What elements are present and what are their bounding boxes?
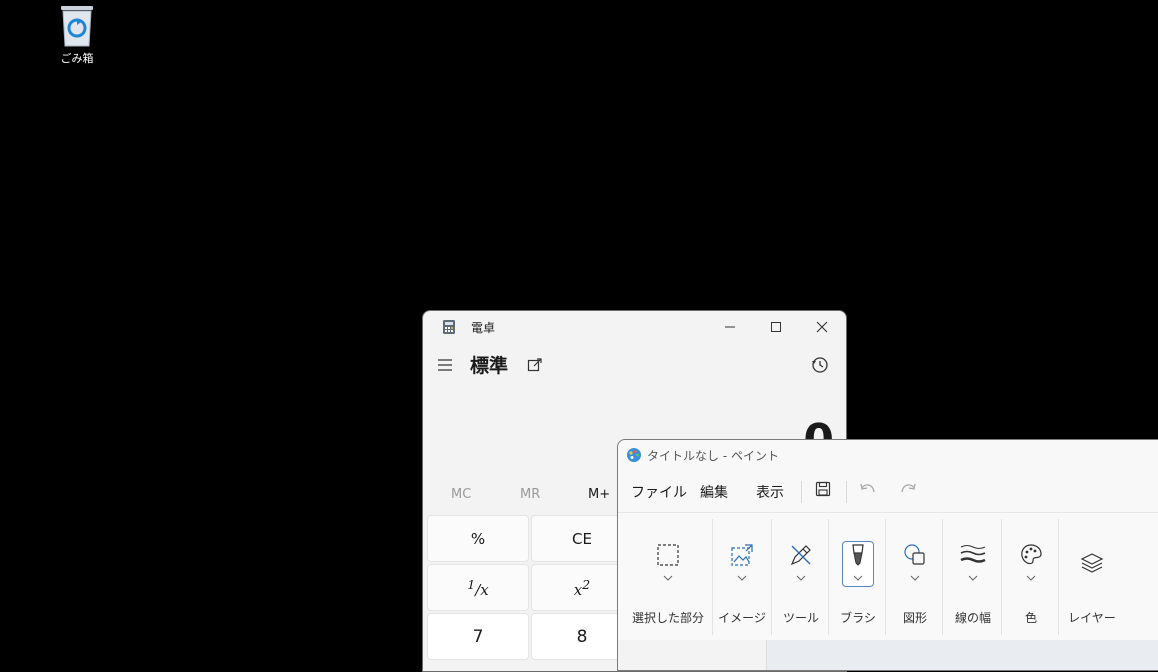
close-icon — [816, 321, 828, 333]
paint-menubar: ファイル 編集 表示 — [618, 474, 1158, 508]
ribbon-separator — [1001, 519, 1002, 635]
paint-ribbon: 選択した部分 イメージ ツール ブラシ 図形 線の幅 色 レイヤー — [618, 512, 1158, 641]
line-width-label: 線の幅 — [954, 611, 991, 625]
layers-icon — [1080, 553, 1104, 573]
history-icon[interactable] — [811, 356, 829, 374]
line-width-group[interactable]: 線の幅 — [944, 513, 1002, 637]
palette-icon — [1021, 544, 1042, 565]
chevron-down-icon — [796, 575, 806, 581]
paint-side-panel — [618, 640, 767, 670]
calculator-mode-row: 標準 — [423, 347, 846, 387]
layers-label: レイヤー — [1068, 611, 1116, 625]
layers-group[interactable]: レイヤー — [1060, 513, 1124, 637]
menu-view[interactable]: 表示 — [756, 482, 784, 502]
brush-label: ブラシ — [840, 611, 876, 625]
chevron-down-icon — [968, 575, 978, 581]
ribbon-separator — [828, 519, 829, 635]
reciprocal-denominator: x — [480, 580, 489, 599]
menu-separator — [801, 481, 802, 503]
selection-icon — [657, 544, 679, 566]
ribbon-separator — [885, 519, 886, 635]
image-group[interactable]: イメージ — [714, 513, 770, 637]
ribbon-separator — [1058, 519, 1059, 635]
reciprocal-numerator: 1 — [467, 576, 476, 592]
square-exponent: 2 — [582, 576, 591, 592]
color-label: 色 — [1024, 611, 1037, 625]
keep-on-top-icon[interactable] — [527, 357, 543, 373]
minimize-button[interactable] — [707, 311, 753, 343]
paint-title: タイトルなし - ペイント — [647, 449, 779, 463]
color-group[interactable]: 色 — [1003, 513, 1059, 637]
calculator-titlebar[interactable]: 電卓 — [423, 311, 846, 343]
minimize-icon — [725, 326, 735, 328]
shapes-label: 図形 — [902, 611, 927, 625]
paint-window: タイトルなし - ペイント ファイル 編集 表示 選択した部分 イメージ ツール… — [617, 439, 1158, 671]
ribbon-separator — [771, 519, 772, 635]
menu-separator — [846, 481, 847, 503]
desktop-icon-recycle-bin[interactable]: ごみ箱 — [50, 4, 104, 66]
chevron-down-icon — [663, 575, 673, 581]
paint-app-icon — [627, 448, 641, 462]
image-icon — [731, 544, 753, 566]
brush-icon — [852, 544, 864, 566]
ribbon-separator — [712, 519, 713, 635]
paint-canvas-area[interactable] — [618, 640, 1158, 670]
calculator-mode-title: 標準 — [470, 355, 509, 377]
shapes-group[interactable]: 図形 — [887, 513, 943, 637]
selection-group[interactable]: 選択した部分 — [626, 513, 710, 637]
paint-titlebar[interactable]: タイトルなし - ペイント — [618, 440, 1158, 470]
chevron-down-icon — [853, 575, 863, 581]
chevron-down-icon — [1026, 575, 1036, 581]
tools-group[interactable]: ツール — [773, 513, 829, 637]
percent-key[interactable]: % — [427, 515, 529, 562]
undo-icon[interactable] — [859, 481, 877, 497]
save-icon[interactable] — [815, 481, 831, 497]
reciprocal-key[interactable]: 1/x — [427, 564, 529, 611]
chevron-down-icon — [737, 575, 747, 581]
image-label: イメージ — [718, 611, 766, 625]
selection-label: 選択した部分 — [631, 611, 704, 625]
square-base: x — [573, 580, 583, 599]
line-width-icon — [960, 545, 986, 563]
redo-icon[interactable] — [899, 481, 917, 497]
memory-clear-button[interactable]: MC — [451, 487, 471, 502]
maximize-icon — [771, 322, 781, 332]
hamburger-menu-icon[interactable] — [437, 358, 453, 372]
menu-file[interactable]: ファイル — [631, 482, 687, 502]
shapes-icon — [904, 544, 925, 565]
chevron-down-icon — [910, 575, 920, 581]
ribbon-separator — [942, 519, 943, 635]
seven-key[interactable]: 7 — [427, 613, 529, 660]
menu-edit[interactable]: 編集 — [700, 482, 728, 502]
memory-recall-button[interactable]: MR — [520, 487, 540, 502]
maximize-button[interactable] — [753, 311, 799, 343]
calculator-app-icon — [443, 320, 455, 334]
tools-label: ツール — [782, 611, 819, 625]
brush-group[interactable]: ブラシ — [830, 513, 886, 637]
calculator-title: 電卓 — [471, 321, 496, 335]
close-button[interactable] — [799, 311, 845, 343]
pencil-icon — [790, 545, 811, 566]
recycle-bin-icon — [61, 6, 93, 47]
recycle-bin-label: ごみ箱 — [60, 52, 94, 65]
memory-add-button[interactable]: M+ — [588, 487, 610, 502]
